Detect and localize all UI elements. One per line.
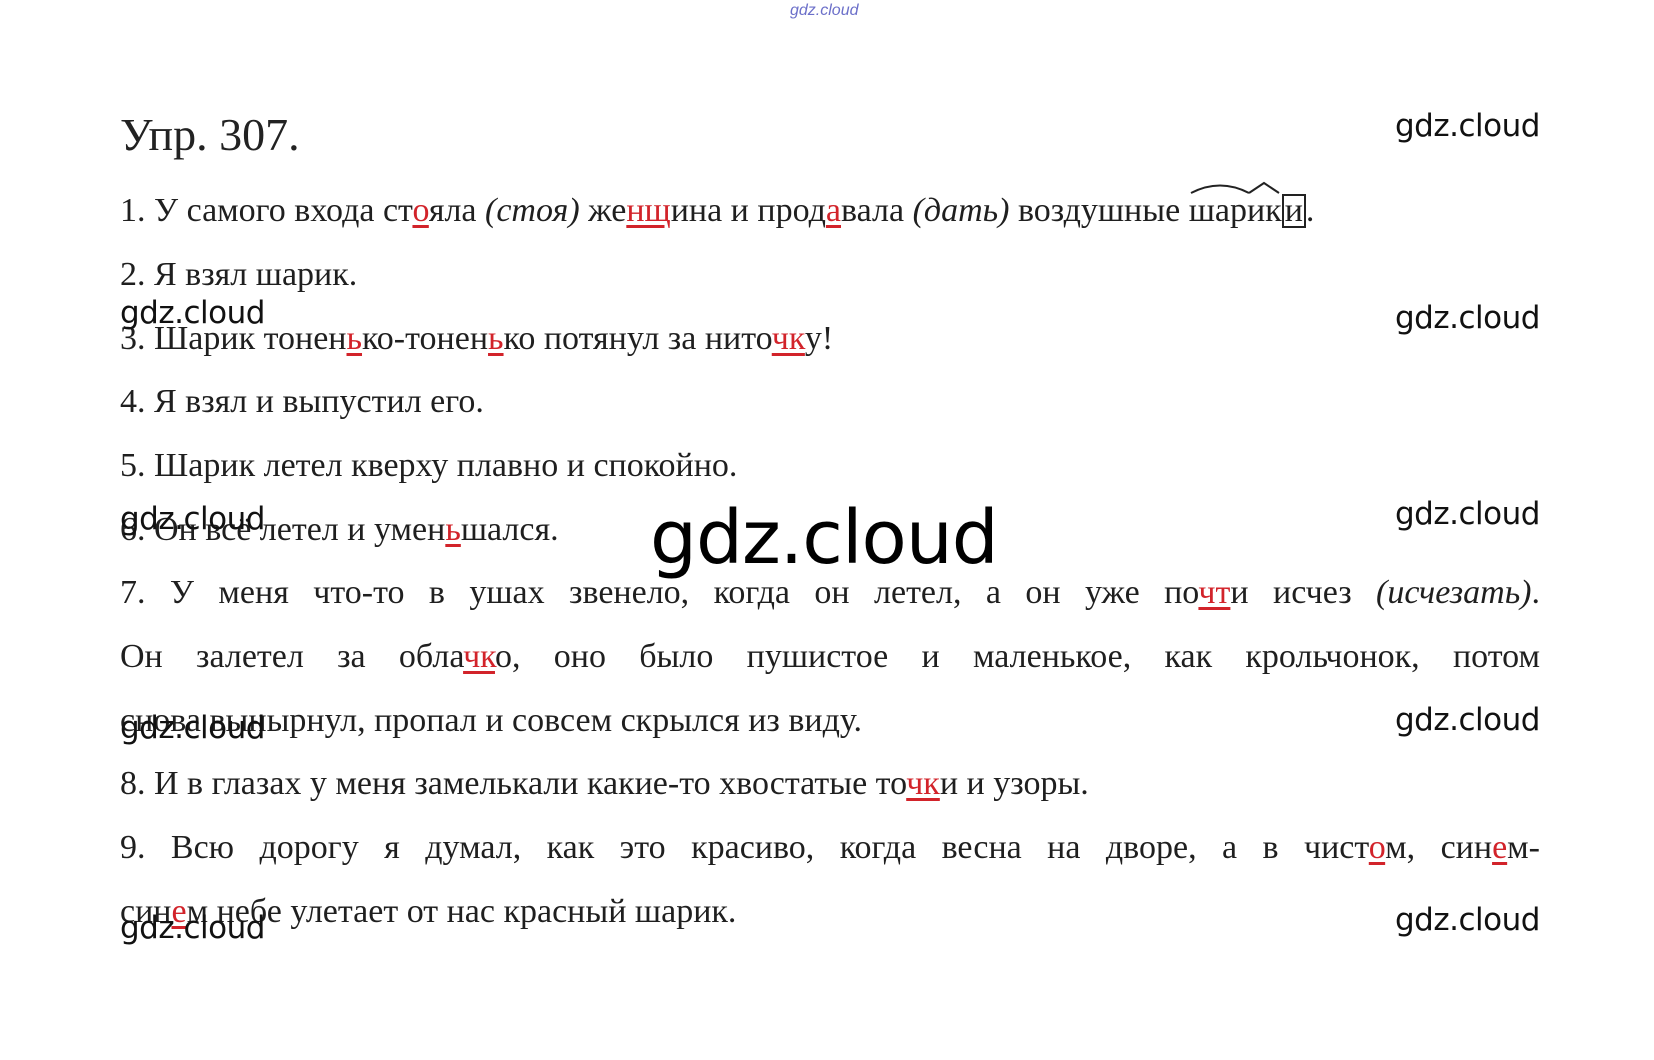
sentence-9: 9. Всю дорогу я думал, как это красиво, … — [120, 829, 1540, 867]
text: . — [1531, 574, 1541, 611]
watermark-large: gdz.cloud — [650, 495, 999, 581]
sentence-8: 8. И в глазах у меня замелькали какие-то… — [120, 765, 1089, 803]
root-mark: шар — [1188, 184, 1250, 230]
watermark: gdz.cloud — [1395, 902, 1540, 938]
root: шар — [1188, 192, 1247, 229]
watermark: gdz.cloud — [120, 710, 265, 746]
suffix: ик — [1246, 192, 1282, 229]
highlight: чк — [906, 765, 940, 802]
suffix-caret-icon — [1248, 181, 1280, 194]
check-word: (дать) — [912, 192, 1010, 229]
watermark: gdz.cloud — [1395, 300, 1540, 336]
sentence-5: 5. Шарик летел кверху плавно и спокойно. — [120, 447, 738, 484]
suffix-mark: ик — [1246, 181, 1282, 230]
root-arc-icon — [1190, 184, 1250, 194]
text: . — [1305, 192, 1315, 229]
ending-box: и — [1281, 192, 1306, 229]
highlight: чк — [771, 320, 805, 357]
watermark: gdz.cloud — [120, 501, 265, 537]
text: м- — [1507, 829, 1540, 866]
sentence-4: 4. Я взял и выпустил его. — [120, 383, 484, 420]
highlight: ь — [488, 320, 504, 357]
highlight: о — [412, 192, 429, 229]
text: м, син — [1385, 829, 1493, 866]
text: и и узоры. — [939, 765, 1089, 802]
text: 8. И в глазах у меня замелькали какие-то… — [120, 765, 907, 802]
text: м небе улетает от нас красный шарик. — [186, 893, 737, 930]
watermark: gdz.cloud — [1395, 108, 1540, 144]
ending: и — [1284, 192, 1303, 229]
exercise-heading: Упр. 307. — [120, 109, 300, 160]
highlight: е — [1492, 829, 1508, 866]
highlight: чк — [463, 638, 495, 675]
top-watermark: gdz.cloud — [790, 2, 859, 19]
highlight: ь — [346, 320, 363, 357]
text: воздушные — [1009, 192, 1189, 229]
watermark: gdz.cloud — [120, 910, 265, 946]
text: и исчез — [1230, 574, 1377, 611]
check-word: (исчезать) — [1376, 574, 1532, 611]
check-word: (стоя) — [485, 192, 580, 229]
text: ко-тонен — [362, 320, 489, 357]
text: Он залетел за обла — [120, 638, 464, 675]
highlight: чт — [1198, 574, 1231, 611]
text: у! — [804, 320, 834, 357]
watermark: gdz.cloud — [1395, 496, 1540, 532]
text: же — [579, 192, 627, 229]
watermark: gdz.cloud — [120, 295, 265, 331]
text: 9. Всю дорогу я думал, как это красиво, … — [120, 829, 1369, 866]
highlight: нщ — [626, 192, 671, 229]
text: вала — [841, 192, 913, 229]
sentence-2: 2. Я взял шарик. — [120, 256, 358, 293]
text: ко потянул за нито — [503, 320, 772, 357]
highlight: о — [1368, 829, 1386, 866]
text: 1. У самого входа ст — [120, 192, 413, 229]
highlight: а — [825, 192, 841, 229]
text: яла — [428, 192, 486, 229]
watermark: gdz.cloud — [1395, 702, 1540, 738]
text: шался. — [460, 511, 559, 548]
highlight: ь — [445, 511, 461, 548]
sentence-7-cont: Он залетел за облачко, оно было пушистое… — [120, 638, 1540, 676]
text: о, оно было пушистое и маленькое, как кр… — [494, 638, 1540, 675]
text: ина и прод — [670, 192, 826, 229]
sentence-1: 1. У самого входа стояла (стоя) женщина … — [120, 181, 1315, 230]
